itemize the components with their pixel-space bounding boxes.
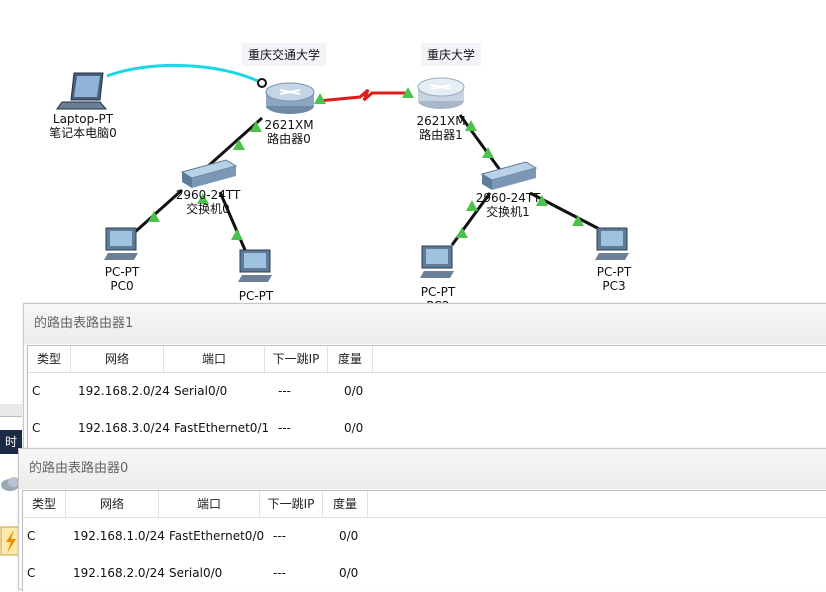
- column-metric[interactable]: 度量: [323, 491, 368, 517]
- pc3-name: PC3: [602, 279, 626, 293]
- table-header: 类型 网络 端口 下一跳IP 度量: [28, 346, 826, 373]
- switch1-icon[interactable]: [480, 161, 538, 190]
- routing-table-title-router1[interactable]: 的路由表路由器1: [24, 304, 826, 344]
- cell-type: C: [32, 421, 41, 435]
- routing-table-router1: 类型 网络 端口 下一跳IP 度量 C 192.168.2.0/24 Seria…: [27, 345, 826, 456]
- table-header: 类型 网络 端口 下一跳IP 度量: [23, 491, 826, 518]
- laptop-model: Laptop-PT: [52, 112, 114, 126]
- column-type[interactable]: 类型: [28, 346, 71, 372]
- pc0-icon[interactable]: [104, 227, 138, 260]
- table-row[interactable]: C 192.168.3.0/24 FastEthernet0/1 --- 0/0: [28, 410, 826, 447]
- pc2-model: PC-PT: [420, 285, 456, 299]
- column-metric[interactable]: 度量: [328, 346, 373, 372]
- table-row[interactable]: C 192.168.1.0/24 FastEthernet0/0 --- 0/0: [23, 518, 826, 555]
- pc1-model: PC-PT: [238, 289, 274, 303]
- cell-next-hop: ---: [278, 384, 291, 398]
- cell-metric: 0/0: [344, 384, 364, 398]
- area-label-left[interactable]: 重庆交通大学: [242, 43, 327, 66]
- cell-type: C: [27, 529, 36, 543]
- router1-icon[interactable]: [417, 77, 465, 109]
- routing-table-window-router0[interactable]: 的路由表路由器0 类型 网络 端口 下一跳IP 度量 C 192.168.1.0…: [18, 448, 826, 591]
- console-cable: [106, 63, 263, 85]
- cell-next-hop: ---: [273, 529, 286, 543]
- router0-name: 路由器0: [267, 132, 311, 146]
- switch0-model: 2960-24TT: [175, 188, 241, 202]
- laptop-name: 笔记本电脑0: [49, 126, 117, 140]
- pc0-name: PC0: [110, 279, 134, 293]
- area-label-right[interactable]: 重庆大学: [421, 43, 482, 66]
- pc3-icon[interactable]: [595, 227, 629, 260]
- console-port-marker: [257, 78, 267, 88]
- column-next-hop[interactable]: 下一跳IP: [260, 491, 323, 517]
- pc0-model: PC-PT: [104, 265, 140, 279]
- switch0-label: 2960-24TT 交换机0: [170, 188, 246, 216]
- cell-network: 192.168.2.0/24: [73, 566, 165, 580]
- cell-metric: 0/0: [339, 529, 359, 543]
- routing-table-router0: 类型 网络 端口 下一跳IP 度量 C 192.168.1.0/24 FastE…: [22, 490, 826, 591]
- switch1-name: 交换机1: [486, 205, 530, 219]
- router1-label: 2621XM 路由器1: [410, 114, 472, 142]
- column-type[interactable]: 类型: [23, 491, 66, 517]
- column-network[interactable]: 网络: [66, 491, 159, 517]
- pc1-icon[interactable]: [238, 249, 272, 282]
- cell-network: 192.168.2.0/24: [78, 384, 170, 398]
- table-row[interactable]: C 192.168.2.0/24 Serial0/0 --- 0/0: [28, 373, 826, 410]
- cell-network: 192.168.1.0/24: [73, 529, 165, 543]
- switch0-icon[interactable]: [180, 159, 238, 188]
- router1-model: 2621XM: [416, 114, 466, 128]
- cell-next-hop: ---: [273, 566, 286, 580]
- pc3-model: PC-PT: [596, 265, 632, 279]
- column-port[interactable]: 端口: [159, 491, 260, 517]
- cell-port: FastEthernet0/1: [174, 421, 270, 435]
- table-row[interactable]: C 192.168.2.0/24 Serial0/0 --- 0/0: [23, 555, 826, 592]
- cell-port: Serial0/0: [174, 384, 228, 398]
- router0-icon[interactable]: [265, 82, 315, 114]
- switch1-label: 2960-24TT 交换机1: [470, 191, 546, 219]
- routing-table-window-router1[interactable]: 的路由表路由器1 类型 网络 端口 下一跳IP 度量 C 192.168.2.0…: [23, 303, 826, 457]
- pc3-label: PC-PT PC3: [586, 265, 642, 293]
- router0-label: 2621XM 路由器0: [258, 118, 320, 146]
- column-port[interactable]: 端口: [164, 346, 265, 372]
- laptop-icon[interactable]: [56, 72, 108, 110]
- cell-port: Serial0/0: [169, 566, 223, 580]
- serial-cable: [317, 88, 410, 103]
- cell-network: 192.168.3.0/24: [78, 421, 170, 435]
- router0-model: 2621XM: [264, 118, 314, 132]
- cell-next-hop: ---: [278, 421, 291, 435]
- cell-type: C: [32, 384, 41, 398]
- cell-port: FastEthernet0/0: [169, 529, 265, 543]
- column-next-hop[interactable]: 下一跳IP: [265, 346, 328, 372]
- cell-metric: 0/0: [344, 421, 364, 435]
- column-network[interactable]: 网络: [71, 346, 164, 372]
- pc2-icon[interactable]: [420, 245, 454, 278]
- router1-name: 路由器1: [419, 128, 463, 142]
- pc0-label: PC-PT PC0: [94, 265, 150, 293]
- switch0-name: 交换机0: [186, 202, 230, 216]
- laptop-label: Laptop-PT 笔记本电脑0: [40, 112, 126, 140]
- switch1-model: 2960-24TT: [475, 191, 541, 205]
- cell-metric: 0/0: [339, 566, 359, 580]
- pc1-label: PC-PT: [228, 289, 284, 303]
- cell-type: C: [27, 566, 36, 580]
- routing-table-title-router0[interactable]: 的路由表路由器0: [19, 449, 826, 489]
